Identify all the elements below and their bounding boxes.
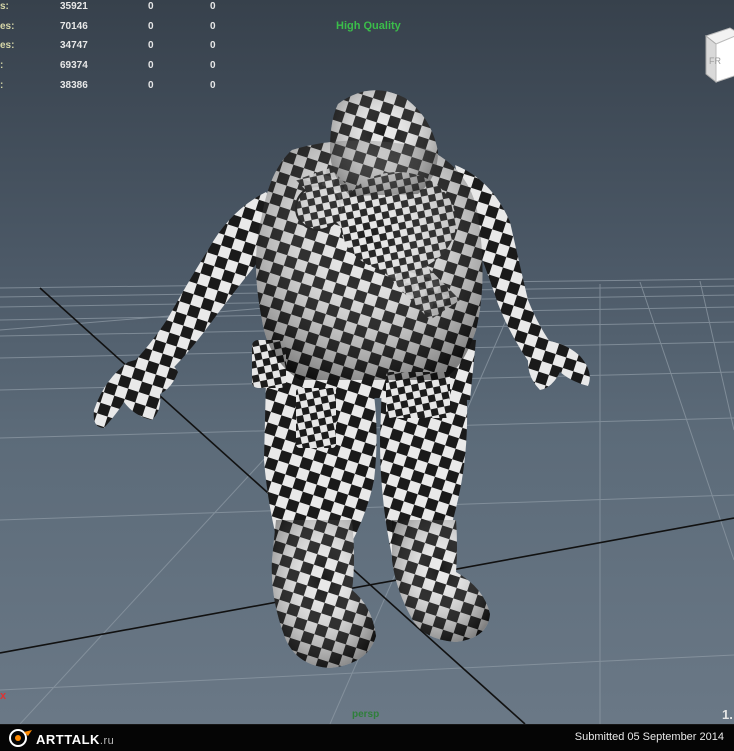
hud-value: 38386 [60, 80, 88, 91]
hud-row-faces: es: 34747 0 0 [0, 40, 240, 58]
hud-label: : [0, 60, 4, 71]
resolution-gate-label: 1. [722, 707, 733, 722]
hud-row-edges: es: 70146 0 0 [0, 21, 240, 39]
hud-value: 0 [210, 80, 216, 91]
logo-suffix: .ru [99, 735, 115, 747]
hud-value: 0 [210, 21, 216, 32]
hud-value: 0 [210, 60, 216, 71]
logo-text: ARTTALK.ru [36, 732, 114, 747]
submitted-date: Submitted 05 September 2014 [574, 731, 724, 743]
hud-value: 0 [148, 21, 154, 32]
arttalk-logo-icon [9, 729, 32, 747]
site-footer: ARTTALK.ru Submitted 05 September 2014 [0, 724, 734, 751]
view-cube-icon: FR [704, 27, 734, 84]
hud-row-tris: : 69374 0 0 [0, 60, 240, 78]
hud-value: 70146 [60, 21, 88, 32]
hud-label: : [0, 80, 4, 91]
hud-value: 0 [148, 40, 154, 51]
character-model[interactable] [0, 0, 734, 724]
hud-value: 0 [148, 1, 154, 12]
view-cube-face-label: FR [709, 56, 721, 66]
logo-main: ARTTALK [36, 732, 100, 747]
hud-value: 69374 [60, 60, 88, 71]
hud-value: 0 [148, 80, 154, 91]
hud-label: es: [0, 21, 15, 32]
3d-viewport[interactable]: s: 35921 0 0 es: 70146 0 0 es: 34747 0 0… [0, 0, 734, 724]
hud-row-verts: s: 35921 0 0 [0, 1, 240, 19]
hud-label: s: [0, 1, 9, 12]
hud-value: 35921 [60, 1, 88, 12]
site-logo[interactable]: ARTTALK.ru [6, 728, 126, 748]
hud-value: 34747 [60, 40, 88, 51]
camera-name-label: persp [352, 709, 380, 720]
render-quality-label: High Quality [336, 20, 401, 32]
hud-value: 0 [210, 40, 216, 51]
hud-row-uvs: : 38386 0 0 [0, 80, 240, 98]
view-cube[interactable]: FR [700, 24, 734, 84]
hud-value: 0 [148, 60, 154, 71]
hud-value: 0 [210, 1, 216, 12]
close-icon[interactable]: x [0, 690, 6, 702]
hud-label: es: [0, 40, 15, 51]
